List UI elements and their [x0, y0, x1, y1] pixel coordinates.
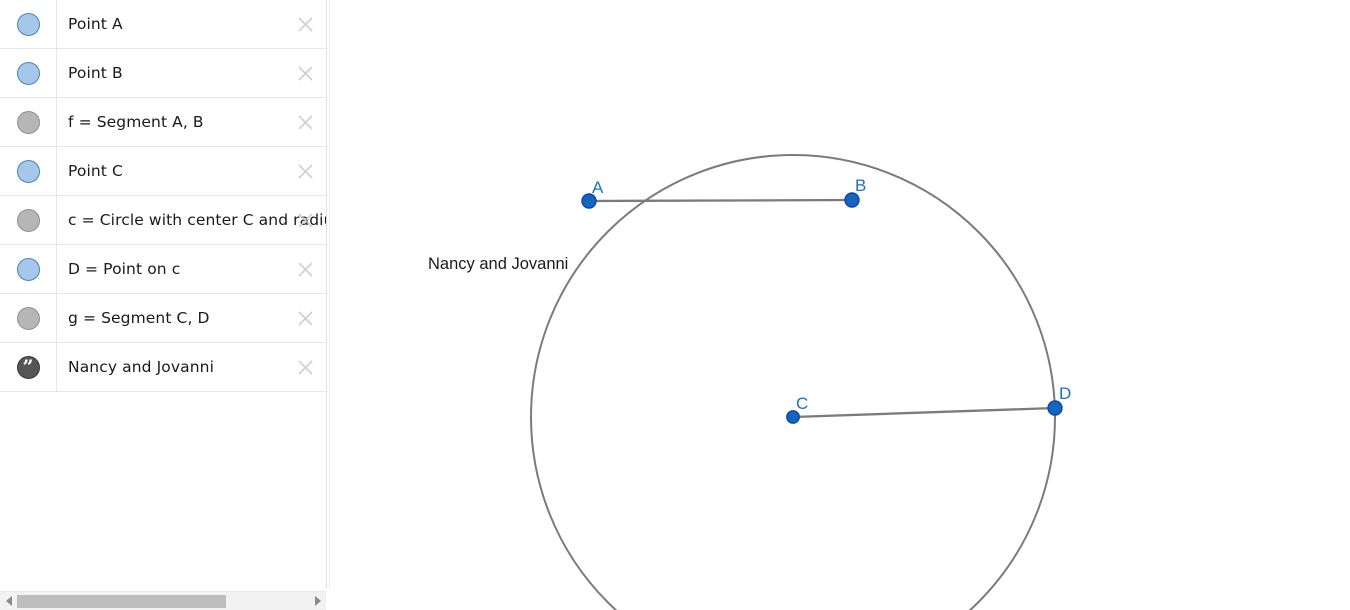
object-label-cell-3[interactable]: Point C	[57, 147, 326, 196]
object-marker-cell-5[interactable]	[0, 244, 57, 294]
segment-g[interactable]	[791, 406, 1057, 419]
object-list: Point A Point B f = Segment A, B Point C…	[0, 0, 326, 392]
object-close-button-2[interactable]	[287, 98, 323, 147]
canvas-text-nancy-and-jovanni[interactable]: Nancy and Jovanni	[428, 255, 568, 273]
object-marker-cell-3[interactable]	[0, 146, 57, 196]
object-marker-cell-1[interactable]	[0, 48, 57, 98]
gray-circle-icon[interactable]	[16, 110, 40, 134]
object-close-button-0[interactable]	[287, 0, 323, 49]
sidebar-horizontal-scrollbar[interactable]	[0, 591, 326, 610]
blue-circle-icon[interactable]	[16, 61, 40, 85]
object-label-cell-7[interactable]: Nancy and Jovanni	[57, 343, 326, 392]
text-quote-icon[interactable]: ”	[16, 355, 40, 379]
close-icon[interactable]	[297, 114, 314, 131]
object-row-7[interactable]: ” Nancy and Jovanni	[0, 342, 326, 392]
object-label-3: Point C	[68, 162, 123, 180]
object-close-button-7[interactable]	[287, 343, 323, 392]
object-label-cell-5[interactable]: D = Point on c	[57, 245, 326, 294]
object-row-4[interactable]: c = Circle with center C and radius	[0, 195, 326, 245]
point-label-D: D	[1059, 384, 1071, 403]
object-row-1[interactable]: Point B	[0, 48, 326, 98]
algebra-sidebar: Point A Point B f = Segment A, B Point C…	[0, 0, 326, 610]
object-label-6: g = Segment C, D	[68, 309, 210, 327]
object-marker-cell-6[interactable]	[0, 293, 57, 343]
object-close-button-3[interactable]	[287, 147, 323, 196]
scroll-left-arrow-icon[interactable]	[0, 592, 17, 610]
object-close-button-6[interactable]	[287, 294, 323, 343]
point-D[interactable]	[1047, 400, 1063, 416]
geometry-svg[interactable]: Nancy and Jovanni A B C D	[330, 0, 1350, 610]
point-label-C: C	[796, 394, 808, 413]
object-label-cell-2[interactable]: f = Segment A, B	[57, 98, 326, 147]
object-marker-cell-7[interactable]: ”	[0, 342, 57, 392]
circle-c[interactable]	[530, 154, 1056, 610]
blue-circle-icon[interactable]	[16, 159, 40, 183]
object-label-cell-1[interactable]: Point B	[57, 49, 326, 98]
close-icon[interactable]	[297, 16, 314, 33]
object-label-2: f = Segment A, B	[68, 113, 204, 131]
close-icon[interactable]	[297, 163, 314, 180]
close-icon[interactable]	[297, 212, 314, 229]
object-close-button-5[interactable]	[287, 245, 323, 294]
object-marker-cell-2[interactable]	[0, 97, 57, 147]
gray-circle-icon[interactable]	[16, 208, 40, 232]
object-label-cell-6[interactable]: g = Segment C, D	[57, 294, 326, 343]
graphics-view[interactable]: Nancy and Jovanni A B C D	[330, 0, 1350, 610]
object-row-3[interactable]: Point C	[0, 146, 326, 196]
segment-f[interactable]	[587, 198, 854, 203]
point-B[interactable]	[844, 192, 860, 208]
object-close-button-4[interactable]	[287, 196, 323, 245]
point-label-B: B	[855, 176, 866, 195]
object-label-cell-0[interactable]: Point A	[57, 0, 326, 49]
object-close-button-1[interactable]	[287, 49, 323, 98]
point-label-A: A	[592, 178, 604, 197]
object-label-cell-4[interactable]: c = Circle with center C and radius	[57, 196, 326, 245]
close-icon[interactable]	[297, 65, 314, 82]
object-label-5: D = Point on c	[68, 260, 181, 278]
geogebra-window: Point A Point B f = Segment A, B Point C…	[0, 0, 1350, 610]
object-row-5[interactable]: D = Point on c	[0, 244, 326, 294]
object-row-0[interactable]: Point A	[0, 0, 326, 49]
blue-circle-icon[interactable]	[16, 12, 40, 36]
gray-circle-icon[interactable]	[16, 306, 40, 330]
object-row-2[interactable]: f = Segment A, B	[0, 97, 326, 147]
object-label-7: Nancy and Jovanni	[68, 358, 215, 376]
scrollbar-track[interactable]	[17, 592, 309, 610]
quote-glyph: ”	[22, 355, 34, 378]
object-row-6[interactable]: g = Segment C, D	[0, 293, 326, 343]
close-icon[interactable]	[297, 261, 314, 278]
sidebar-divider	[326, 0, 327, 589]
scroll-right-arrow-icon[interactable]	[309, 592, 326, 610]
object-label-1: Point B	[68, 64, 123, 82]
scrollbar-thumb[interactable]	[17, 594, 226, 608]
object-label-0: Point A	[68, 15, 123, 33]
close-icon[interactable]	[297, 359, 314, 376]
close-icon[interactable]	[297, 310, 314, 327]
blue-circle-icon[interactable]	[16, 257, 40, 281]
object-marker-cell-0[interactable]	[0, 0, 57, 49]
object-marker-cell-4[interactable]	[0, 195, 57, 245]
